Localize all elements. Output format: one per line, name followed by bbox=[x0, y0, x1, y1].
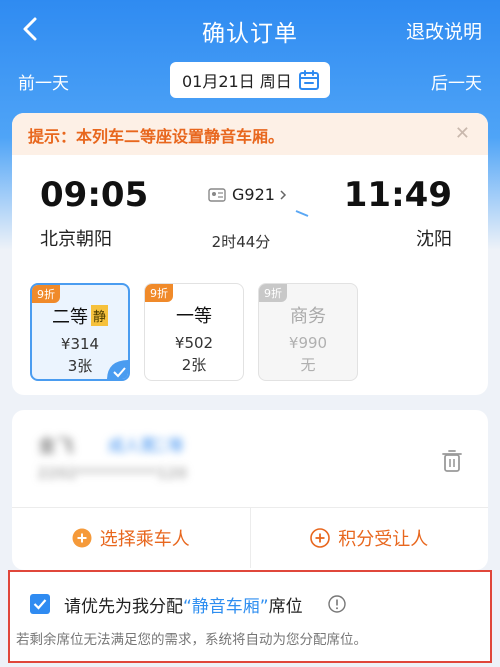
next-day-button[interactable]: 后一天 bbox=[431, 69, 482, 94]
preference-label-prefix: 请优先为我分配 bbox=[64, 597, 183, 617]
chevron-right-icon bbox=[280, 189, 286, 200]
preference-label-suffix: 席位 bbox=[268, 597, 303, 617]
plus-circle-filled-icon bbox=[72, 528, 92, 548]
passenger-name: 金飞 bbox=[38, 436, 74, 457]
seat-price: ¥314 bbox=[60, 335, 100, 353]
passenger-id-number: 2202**********120 bbox=[38, 466, 188, 482]
preference-label-highlight: “静音车厢” bbox=[183, 597, 269, 617]
check-icon bbox=[107, 360, 128, 379]
quiet-carriage-preference: 请优先为我分配“静音车厢”席位 若剩余席位无法满足您的需求，系统将自动为您分配席… bbox=[8, 570, 492, 663]
seat-price: ¥502 bbox=[174, 334, 214, 352]
departure-time: 09:05 bbox=[40, 175, 149, 215]
points-transfer-button[interactable]: 积分受让人 bbox=[251, 508, 489, 568]
seat-option-business-class[interactable]: 9折 商务 ¥990 无 bbox=[258, 283, 358, 381]
points-transfer-label: 积分受让人 bbox=[338, 529, 429, 550]
seat-count: 无 bbox=[300, 356, 316, 374]
arrival-station: 沈阳 bbox=[416, 229, 452, 250]
close-icon[interactable]: ✕ bbox=[455, 123, 470, 144]
passenger-seat-class[interactable]: 二等 bbox=[152, 432, 184, 456]
passenger-actions: 选择乘车人 积分受让人 bbox=[12, 508, 488, 568]
ticket-type[interactable]: 成人票 bbox=[108, 432, 156, 456]
route-arrow-icon bbox=[180, 210, 309, 217]
date-picker[interactable]: 01月21日 周日 bbox=[170, 62, 330, 98]
seat-price: ¥990 bbox=[288, 334, 328, 352]
quiet-carriage-tag: 静 bbox=[90, 305, 108, 326]
refund-policy-link[interactable]: 退改说明 bbox=[406, 17, 482, 44]
nav-bar: 确认订单 退改说明 bbox=[0, 0, 500, 58]
plus-circle-outline-icon bbox=[310, 528, 331, 548]
date-bar: 前一天 01月21日 周日 后一天 bbox=[0, 58, 500, 104]
prev-day-button[interactable]: 前一天 bbox=[18, 69, 69, 94]
train-info: 09:05 北京朝阳 G921 2时44分 11:49 沈阳 bbox=[12, 155, 488, 255]
passenger-card: 金飞 成人票 二等 2202**********120 选择乘车人 积分受让人 bbox=[12, 410, 488, 570]
notice-banner: 提示：本列车二等座设置静音车厢。 ✕ bbox=[12, 113, 488, 155]
train-number: G921 bbox=[232, 185, 275, 204]
passenger-row[interactable]: 金飞 成人票 二等 2202**********120 bbox=[12, 410, 488, 508]
notice-text: 提示：本列车二等座设置静音车厢。 bbox=[28, 127, 285, 146]
seat-class-name: 二等静 bbox=[32, 303, 128, 329]
arrival-time: 11:49 bbox=[343, 175, 452, 215]
discount-badge: 9折 bbox=[145, 284, 173, 302]
train-card: 提示：本列车二等座设置静音车厢。 ✕ 09:05 北京朝阳 G921 2时44分… bbox=[12, 113, 488, 395]
seat-class-label: 二等 bbox=[51, 307, 88, 328]
checkbox-checked-icon[interactable] bbox=[30, 594, 50, 614]
id-card-icon bbox=[208, 187, 226, 202]
seat-class-name: 一等 bbox=[176, 306, 212, 327]
preference-note: 若剩余席位无法满足您的需求，系统将自动为您分配席位。 bbox=[16, 632, 367, 648]
select-passenger-button[interactable]: 选择乘车人 bbox=[12, 508, 251, 568]
discount-badge: 9折 bbox=[259, 284, 287, 302]
calendar-icon bbox=[299, 70, 319, 90]
train-number-link[interactable]: G921 bbox=[208, 185, 287, 204]
info-icon[interactable] bbox=[328, 595, 346, 613]
discount-badge: 9折 bbox=[32, 285, 60, 303]
seat-option-second-class[interactable]: 9折 二等静 ¥314 3张 bbox=[30, 283, 130, 381]
trash-icon[interactable] bbox=[442, 450, 462, 472]
seat-option-first-class[interactable]: 9折 一等 ¥502 2张 bbox=[144, 283, 244, 381]
select-passenger-label: 选择乘车人 bbox=[99, 529, 190, 550]
seat-class-name: 商务 bbox=[290, 306, 326, 327]
preference-label: 请优先为我分配“静音车厢”席位 bbox=[64, 592, 303, 617]
seat-count: 2张 bbox=[181, 356, 207, 374]
date-text: 01月21日 周日 bbox=[182, 72, 292, 91]
seat-class-options: 9折 二等静 ¥314 3张 9折 一等 ¥502 2张 9折 商务 ¥990 … bbox=[30, 283, 470, 383]
